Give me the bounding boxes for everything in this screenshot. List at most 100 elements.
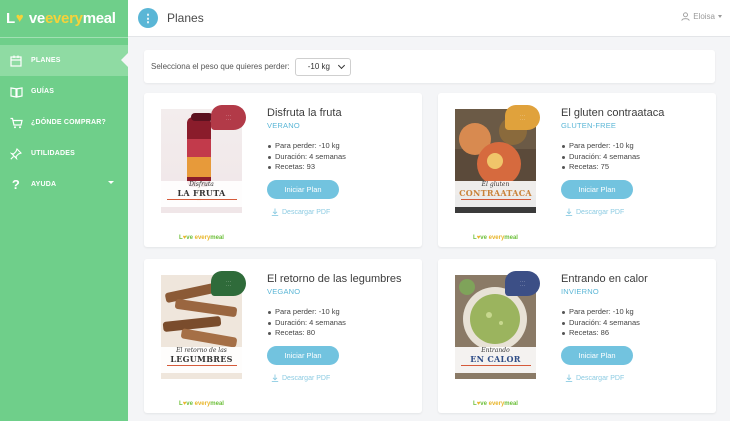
plan-facts: Para perder: -10 kg Duración: 4 semanas … [561, 307, 711, 339]
chevron-down-icon [337, 61, 345, 69]
logo-letter: L [6, 10, 15, 27]
sidebar-item-donde-comprar[interactable]: ¿DÓNDE COMPRAR? [0, 107, 128, 138]
download-pdf-label: Descargar PDF [282, 208, 331, 216]
start-plan-button[interactable]: Iniciar Plan [561, 180, 633, 199]
plan-card: · · · · · · Entrando EN CALOR L♥ve everym… [438, 259, 716, 413]
sidebar-item-label: AYUDA [31, 181, 57, 188]
cover-title: El retorno de las LEGUMBRES [161, 347, 242, 373]
weight-select[interactable]: -10 kg [294, 57, 351, 76]
download-pdf-label: Descargar PDF [576, 374, 625, 382]
cover-logo: L♥ve everymeal [473, 401, 518, 407]
logo-word-every: every [44, 10, 83, 27]
plan-info: Disfruta la fruta VERANO Para perder: -1… [267, 107, 417, 173]
sidebar-item-label: PLANES [31, 57, 61, 64]
plan-weight: Para perder: -10 kg [561, 307, 711, 318]
plan-duration: Duración: 4 semanas [267, 318, 417, 329]
sidebar-item-utilidades[interactable]: UTILIDADES [0, 138, 128, 169]
weight-filter-label: Selecciona el peso que quieres perder: [151, 62, 290, 71]
cover-title-line2: LEGUMBRES [170, 354, 233, 364]
start-plan-button[interactable]: Iniciar Plan [561, 346, 633, 365]
cover-rule [460, 365, 531, 366]
cart-icon [9, 116, 23, 130]
plan-facts: Para perder: -10 kg Duración: 4 semanas … [561, 141, 711, 173]
cover-title: Entrando EN CALOR [455, 347, 536, 373]
cover-rule [166, 199, 237, 200]
heart-icon [16, 10, 28, 25]
plan-duration: Duración: 4 semanas [561, 318, 711, 329]
plan-card: · · · · · · El gluten CONTRAATACA L♥ve ev… [438, 93, 716, 247]
cover-logo: L♥ve everymeal [179, 235, 224, 241]
sidebar-item-label: UTILIDADES [31, 150, 75, 157]
menu-toggle-button[interactable]: ⋮ [138, 8, 158, 28]
plan-recipes: Recetas: 75 [561, 162, 711, 173]
plan-facts: Para perder: -10 kg Duración: 4 semanas … [267, 307, 417, 339]
sidebar-nav: PLANES GUÍAS ¿DÓNDE COMPRAR? UTILIDADES … [0, 45, 128, 200]
plan-season: VEGANO [267, 287, 301, 296]
plan-facts: Para perder: -10 kg Duración: 4 semanas … [267, 141, 417, 173]
weight-filter-bar: Selecciona el peso que quieres perder: -… [144, 50, 715, 83]
download-icon [271, 208, 279, 216]
plan-recipes: Recetas: 86 [561, 328, 711, 339]
brand-logo[interactable]: Lveeverymeal [0, 0, 128, 38]
plan-cover[interactable]: · · · · · · El gluten CONTRAATACA L♥ve ev… [455, 105, 540, 241]
cover-title: El gluten CONTRAATACA [455, 181, 536, 207]
cover-logo: L♥ve everymeal [179, 401, 224, 407]
download-icon [565, 374, 573, 382]
plan-info: El gluten contraataca GLUTEN-FREE Para p… [561, 107, 711, 173]
calendar-icon [9, 54, 23, 68]
page-title: Planes [167, 11, 204, 25]
user-icon [681, 12, 690, 21]
sidebar-item-guias[interactable]: GUÍAS [0, 76, 128, 107]
sidebar-item-planes[interactable]: PLANES [0, 45, 128, 76]
plan-recipes: Recetas: 80 [267, 328, 417, 339]
sidebar-item-label: ¿DÓNDE COMPRAR? [31, 119, 106, 126]
cover-title: Disfruta LA FRUTA [161, 181, 242, 207]
top-header: ⋮ Planes Eloisa [128, 0, 730, 37]
download-pdf-link[interactable]: Descargar PDF [271, 374, 330, 382]
plan-duration: Duración: 4 semanas [267, 152, 417, 163]
plan-cover[interactable]: · · · · · · Entrando EN CALOR L♥ve everym… [455, 271, 540, 407]
download-pdf-link[interactable]: Descargar PDF [565, 208, 624, 216]
download-icon [565, 208, 573, 216]
sidebar-item-label: GUÍAS [31, 88, 55, 95]
download-icon [271, 374, 279, 382]
plan-info: Entrando en calor INVIERNO Para perder: … [561, 273, 711, 339]
plan-season: INVIERNO [561, 287, 599, 296]
cover-title-line2: EN CALOR [470, 354, 521, 364]
plan-weight: Para perder: -10 kg [267, 141, 417, 152]
question-icon: ? [11, 177, 21, 192]
weight-select-value: -10 kg [307, 62, 330, 71]
plan-title: Entrando en calor [561, 273, 648, 285]
plan-title: El retorno de las legumbres [267, 273, 402, 285]
plan-weight: Para perder: -10 kg [561, 141, 711, 152]
cover-badge: · · · · · · [505, 105, 540, 130]
chevron-down-icon [108, 181, 114, 184]
user-name: Eloisa [693, 12, 715, 21]
logo-word-love: ve [28, 10, 45, 27]
plan-weight: Para perder: -10 kg [267, 307, 417, 318]
plan-card: · · · · · · Disfruta LA FRUTA L♥ve everym… [144, 93, 422, 247]
download-pdf-link[interactable]: Descargar PDF [565, 374, 624, 382]
cover-title-line2: CONTRAATACA [459, 188, 532, 198]
cover-badge: · · · · · · [211, 105, 246, 130]
plan-season: GLUTEN-FREE [561, 121, 617, 130]
sidebar-item-ayuda[interactable]: ? AYUDA [0, 169, 128, 200]
plan-title: Disfruta la fruta [267, 107, 342, 119]
plan-cover[interactable]: · · · · · · Disfruta LA FRUTA L♥ve everym… [161, 105, 246, 241]
user-menu[interactable]: Eloisa [681, 12, 722, 21]
plan-info: El retorno de las legumbres VEGANO Para … [267, 273, 417, 339]
start-plan-button[interactable]: Iniciar Plan [267, 180, 339, 199]
start-plan-button[interactable]: Iniciar Plan [267, 346, 339, 365]
cover-badge: · · · · · · [505, 271, 540, 296]
plan-season: VERANO [267, 121, 300, 130]
plan-cover[interactable]: · · · · · · El retorno de las LEGUMBRES L… [161, 271, 246, 407]
plan-card: · · · · · · El retorno de las LEGUMBRES L… [144, 259, 422, 413]
cover-rule [166, 365, 237, 366]
sidebar: Lveeverymeal PLANES GUÍAS ¿DÓNDE COMPRAR… [0, 0, 128, 421]
cover-rule [460, 199, 531, 200]
pin-icon [9, 147, 23, 161]
download-pdf-label: Descargar PDF [282, 374, 331, 382]
download-pdf-link[interactable]: Descargar PDF [271, 208, 330, 216]
cover-logo: L♥ve everymeal [473, 235, 518, 241]
logo-word-meal: meal [82, 10, 116, 27]
